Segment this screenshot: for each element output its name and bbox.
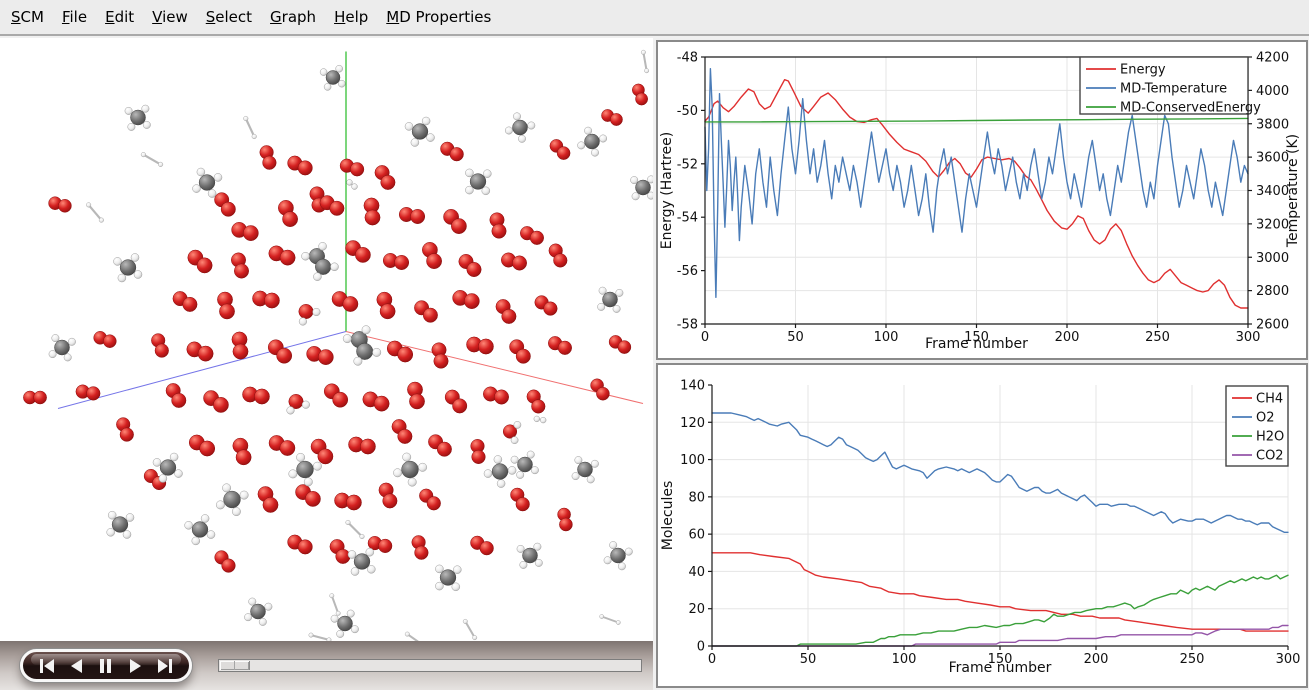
playback-strip <box>0 641 653 690</box>
x-axis-label: Frame number <box>925 336 1028 352</box>
molecules <box>23 50 653 641</box>
menu-item-file[interactable]: File <box>53 8 96 26</box>
svg-text:140: 140 <box>680 379 705 394</box>
svg-text:100: 100 <box>874 330 899 345</box>
menu-bar: SCMFileEditViewSelectGraphHelpMD Propert… <box>0 0 1309 36</box>
svg-text:4200: 4200 <box>1256 51 1289 66</box>
svg-text:3800: 3800 <box>1256 117 1289 132</box>
svg-text:50: 50 <box>787 330 804 345</box>
legend: Energy MD-Temperature MD-ConservedEnergy <box>1080 57 1261 116</box>
skip-start-icon <box>39 658 56 674</box>
y-axis-label: Molecules <box>660 481 676 551</box>
energy-chart-panel: 050100150200250300-58-56-54-52-50-482600… <box>656 40 1308 360</box>
menu-item-md-properties[interactable]: MD Properties <box>377 8 500 26</box>
svg-text:3000: 3000 <box>1256 251 1289 266</box>
frame-slider[interactable] <box>218 659 642 672</box>
legend: CH4 O2 H2O CO2 <box>1226 386 1288 466</box>
svg-text:40: 40 <box>688 565 705 580</box>
x-axis-label: Frame number <box>949 660 1052 676</box>
play-backward-button[interactable] <box>65 657 89 675</box>
svg-text:0: 0 <box>701 330 709 345</box>
svg-text:Energy: Energy <box>1120 63 1166 78</box>
svg-text:H2O: H2O <box>1256 430 1284 445</box>
pause-icon <box>97 658 114 674</box>
svg-text:CO2: CO2 <box>1256 449 1284 464</box>
svg-text:250: 250 <box>1145 330 1170 345</box>
menu-item-select[interactable]: Select <box>197 8 261 26</box>
svg-text:-58: -58 <box>677 318 698 333</box>
svg-text:0: 0 <box>697 640 705 655</box>
play-forward-button[interactable] <box>123 657 147 675</box>
molecules-chart-panel: 050100150200250300020406080100120140Fram… <box>656 363 1308 688</box>
svg-text:MD-ConservedEnergy: MD-ConservedEnergy <box>1120 101 1261 116</box>
svg-text:4000: 4000 <box>1256 84 1289 99</box>
svg-text:20: 20 <box>688 602 705 617</box>
molecules-chart: 050100150200250300020406080100120140Fram… <box>658 365 1306 686</box>
svg-text:80: 80 <box>688 490 705 505</box>
svg-text:2800: 2800 <box>1256 284 1289 299</box>
svg-text:300: 300 <box>1276 652 1301 667</box>
menu-item-edit[interactable]: Edit <box>96 8 143 26</box>
energy-chart: 050100150200250300-58-56-54-52-50-482600… <box>658 42 1306 358</box>
svg-text:-48: -48 <box>677 51 698 66</box>
menu-item-scm[interactable]: SCM <box>2 8 53 26</box>
play-back-icon <box>68 658 85 674</box>
svg-text:50: 50 <box>800 652 817 667</box>
svg-text:O2: O2 <box>1256 411 1275 426</box>
svg-text:200: 200 <box>1084 652 1109 667</box>
pause-button[interactable] <box>94 657 118 675</box>
first-frame-button[interactable] <box>36 657 60 675</box>
svg-text:2600: 2600 <box>1256 318 1289 333</box>
svg-text:120: 120 <box>680 416 705 431</box>
last-frame-button[interactable] <box>152 657 176 675</box>
svg-text:100: 100 <box>680 453 705 468</box>
svg-text:100: 100 <box>892 652 917 667</box>
svg-text:200: 200 <box>1055 330 1080 345</box>
menu-item-graph[interactable]: Graph <box>261 8 325 26</box>
menu-item-view[interactable]: View <box>143 8 197 26</box>
svg-text:-50: -50 <box>677 104 698 119</box>
menu-item-help[interactable]: Help <box>325 8 377 26</box>
y2-axis-label: Temperature (K) <box>1285 134 1301 248</box>
svg-text:250: 250 <box>1180 652 1205 667</box>
axes <box>708 385 1288 650</box>
play-icon <box>127 658 144 674</box>
svg-text:-56: -56 <box>677 264 698 279</box>
svg-text:60: 60 <box>688 528 705 543</box>
svg-text:0: 0 <box>708 652 716 667</box>
svg-text:CH4: CH4 <box>1256 392 1283 407</box>
playback-controls <box>20 649 192 682</box>
svg-text:MD-Temperature: MD-Temperature <box>1120 82 1227 97</box>
molecule-scene <box>0 38 653 641</box>
frame-slider-thumb[interactable] <box>220 661 250 670</box>
skip-end-icon <box>156 658 173 674</box>
tick-labels: 050100150200250300020406080100120140Fram… <box>660 379 1300 677</box>
amsmovie-window: SCMFileEditViewSelectGraphHelpMD Propert… <box>0 0 1309 690</box>
svg-text:-54: -54 <box>677 211 698 226</box>
molecule-viewer[interactable] <box>0 38 653 641</box>
svg-text:-52: -52 <box>677 157 698 172</box>
y-axis-label: Energy (Hartree) <box>659 132 675 249</box>
